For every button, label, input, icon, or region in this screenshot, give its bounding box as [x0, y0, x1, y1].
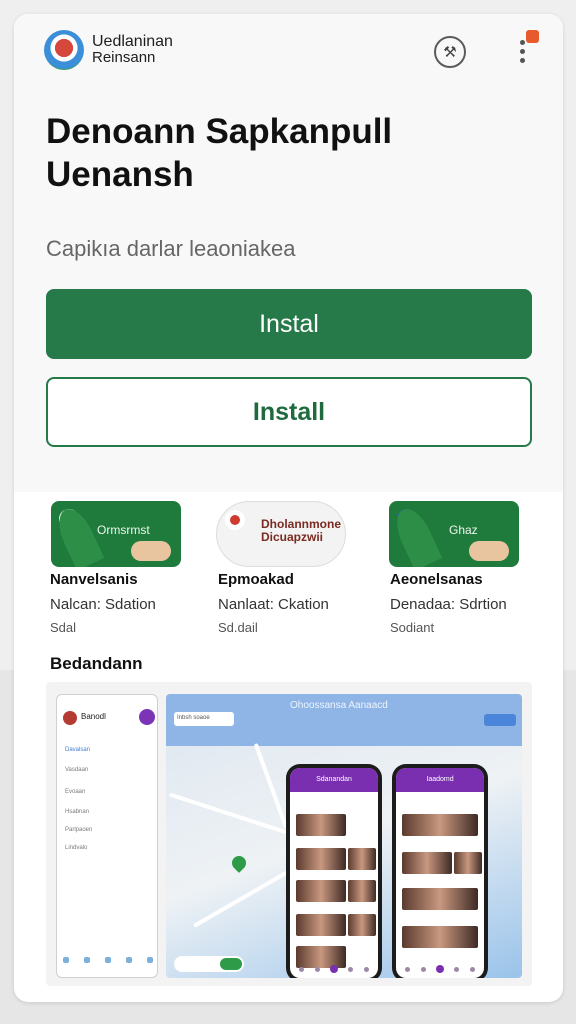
app-name-2[interactable]: Epmoakad — [218, 571, 294, 588]
tile-text: Ghaz — [449, 523, 478, 537]
app-detail-3: Denadaa: Sdrtion — [390, 596, 507, 613]
map-title: Ohoossansa Aanaacd — [290, 700, 388, 711]
video-thumb — [296, 880, 346, 902]
sidebar-row: Hsabnan — [65, 809, 90, 815]
hand-graphic — [131, 541, 171, 561]
phone-nav — [294, 964, 374, 974]
video-thumb — [454, 852, 482, 874]
notification-badge — [526, 30, 539, 43]
video-thumb — [296, 848, 346, 870]
sidebar-row: Vasdaan — [65, 767, 89, 773]
app-name-3[interactable]: Aeonelsanas — [390, 571, 483, 588]
map-road — [253, 743, 289, 829]
phone-title: Sdanandan — [316, 776, 352, 783]
phone-mockup-left: Sdanandan — [286, 764, 382, 978]
map-chip — [174, 956, 244, 972]
developer-name: Uedlaninan — [92, 33, 173, 50]
phone-nav — [400, 964, 480, 974]
app-tile-2[interactable]: Dholannmone Dicuapzwii — [216, 501, 346, 567]
video-thumb — [402, 814, 478, 836]
phone-mockup-right: Iaadomd — [392, 764, 488, 978]
app-category-1: Sdal — [50, 620, 77, 635]
avatar — [63, 711, 77, 725]
app-detail-2: Nanlaat: Ckation — [218, 596, 329, 613]
video-thumb — [402, 926, 478, 948]
video-thumb — [348, 880, 376, 902]
phone-title: Iaadomd — [426, 776, 454, 783]
video-thumb — [348, 848, 376, 870]
sidebar-row: Parlpaoen — [65, 827, 93, 833]
app-category-2: Sd.dail — [218, 620, 258, 635]
screenshot-gallery[interactable]: Banodl Davalsan Vasdaan Evoaan Hsabnan P… — [46, 682, 532, 986]
map-road — [193, 864, 299, 928]
account-icon[interactable]: ⚒ — [434, 36, 466, 68]
screenshot-map[interactable]: Ohoossansa Aanaacd Inbsh soaoe Sdanandan — [166, 694, 522, 978]
app-logo-icon — [44, 30, 84, 70]
page-title: Denoann Sapkanpull Uenansh — [46, 112, 393, 194]
map-search: Inbsh soaoe — [174, 712, 234, 726]
sidebar-nav — [63, 957, 153, 967]
sidebar-title: Banodl — [81, 712, 106, 721]
app-detail-1: Nalcan: Sdation — [50, 596, 156, 613]
app-badge-icon — [225, 510, 245, 530]
sidebar-row: Evoaan — [65, 789, 86, 795]
map-pin-icon — [229, 853, 249, 873]
video-thumb — [296, 914, 346, 936]
video-thumb — [296, 814, 346, 836]
video-thumb — [348, 914, 376, 936]
app-listing-card: Uedlaninan Reinsann ⚒ Denoann Sapkanpull… — [14, 14, 563, 1002]
sidebar-row: Lindvalo — [65, 845, 88, 851]
app-tile-3[interactable]: Ghaz — [389, 501, 519, 567]
tile-text: Ormsrmst — [97, 523, 150, 537]
app-tile-1[interactable]: Ormsrmst — [51, 501, 181, 567]
install-button-primary[interactable]: Instal — [46, 289, 532, 359]
section-title: Bedandann — [50, 654, 143, 673]
app-category-3: Sodiant — [390, 620, 435, 635]
page-subtitle: Capikıa darlar leaoniakea — [46, 236, 296, 261]
app-name-1[interactable]: Nanvelsanis — [50, 571, 138, 588]
hand-graphic — [469, 541, 509, 561]
screenshot-sidebar[interactable]: Banodl Davalsan Vasdaan Evoaan Hsabnan P… — [56, 694, 158, 978]
map-button — [484, 714, 516, 726]
developer-subtitle: Reinsann — [92, 49, 156, 66]
video-thumb — [402, 852, 452, 874]
video-thumb — [402, 888, 478, 910]
sidebar-row: Davalsan — [65, 747, 91, 753]
compose-icon — [139, 709, 155, 725]
install-button-secondary[interactable]: Install — [46, 377, 532, 447]
tile-text: Dholannmone Dicuapzwii — [261, 517, 341, 544]
